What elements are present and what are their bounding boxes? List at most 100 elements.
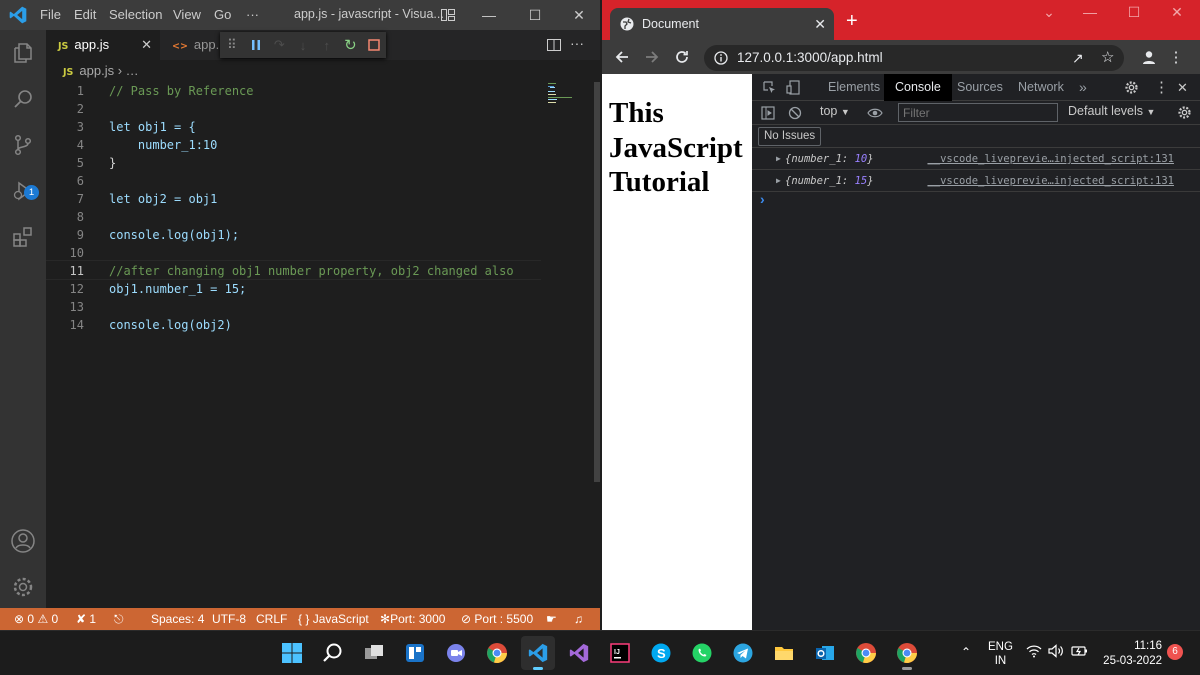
code-line-current[interactable]: 11//after changing obj1 number property,…: [46, 260, 541, 280]
expand-triangle-icon[interactable]: ▶: [776, 170, 781, 192]
log-source-link[interactable]: __vscode_liveprevie…injected_script:131: [927, 170, 1174, 192]
code-line[interactable]: 2: [46, 100, 546, 118]
menu-edit[interactable]: Edit: [74, 7, 96, 22]
log-source-link[interactable]: __vscode_liveprevie…injected_script:131: [927, 148, 1174, 170]
tab-console[interactable]: Console: [884, 74, 952, 101]
language-status[interactable]: { } JavaScript: [298, 608, 369, 630]
expand-triangle-icon[interactable]: ▶: [776, 148, 781, 170]
breadcrumb-rest[interactable]: …: [126, 63, 139, 78]
close-button[interactable]: ✕: [1157, 4, 1197, 21]
tab-network[interactable]: Network: [1018, 74, 1064, 101]
menu-more[interactable]: ···: [246, 7, 259, 22]
back-icon[interactable]: [610, 45, 634, 69]
vscode-taskbar-icon[interactable]: [521, 636, 555, 670]
telegram-icon[interactable]: [726, 636, 760, 670]
console-log-entry[interactable]: ▶ {number_1: 15} __vscode_liveprevie…inj…: [752, 170, 1200, 192]
tab-elements[interactable]: Elements: [828, 74, 880, 101]
code-line[interactable]: 14 console.log(obj2): [46, 316, 546, 334]
code-line[interactable]: 6: [46, 172, 546, 190]
tab-app-js[interactable]: JS app.js ✕: [46, 30, 160, 60]
step-into-icon[interactable]: ↓: [291, 32, 315, 58]
settings-gear-icon[interactable]: [1124, 80, 1139, 98]
step-out-icon[interactable]: ↑: [315, 32, 339, 58]
kebab-menu-icon[interactable]: ⋮: [1164, 45, 1188, 69]
reload-icon[interactable]: [670, 45, 694, 69]
devtools-menu-icon[interactable]: ⋮: [1154, 74, 1169, 101]
console-prompt-icon[interactable]: ›: [760, 191, 765, 207]
whatsapp-icon[interactable]: [685, 636, 719, 670]
chrome-taskbar-icon[interactable]: [480, 636, 514, 670]
code-line[interactable]: 8: [46, 208, 546, 226]
code-line[interactable]: 12 obj1.number_1 = 15;: [46, 280, 546, 298]
stop-icon[interactable]: [362, 32, 386, 58]
notification-badge[interactable]: 6: [1167, 644, 1183, 660]
code-line[interactable]: 13: [46, 298, 546, 316]
clock[interactable]: 11:16 25-03-2022: [1100, 639, 1162, 669]
problems-status[interactable]: ⊗ 0 ⚠ 0: [14, 608, 58, 630]
teams-chat-icon[interactable]: [439, 636, 473, 670]
code-line[interactable]: 7 let obj2 = obj1: [46, 190, 546, 208]
extensions-icon[interactable]: [0, 214, 46, 260]
outlook-icon[interactable]: [808, 636, 842, 670]
more-tabs-icon[interactable]: »: [1079, 74, 1087, 101]
share-icon[interactable]: ↗: [1072, 45, 1084, 71]
menu-view[interactable]: View: [173, 7, 201, 22]
step-over-icon[interactable]: ↷: [267, 32, 291, 58]
new-tab-button[interactable]: +: [846, 10, 858, 33]
tab-app-html[interactable]: <> app.h: [160, 30, 222, 60]
browser-tab-document[interactable]: Document ✕: [610, 8, 834, 40]
code-line[interactable]: 9 console.log(obj1);: [46, 226, 546, 244]
menu-file[interactable]: File: [40, 7, 61, 22]
log-levels-dropdown[interactable]: Default levels ▼: [1068, 104, 1155, 118]
no-issues-button[interactable]: No Issues: [758, 127, 822, 146]
bell-icon[interactable]: ♫: [574, 608, 583, 630]
console-filter-input[interactable]: [898, 103, 1058, 122]
language-indicator[interactable]: ENG IN: [988, 640, 1013, 668]
widgets-icon[interactable]: [398, 636, 432, 670]
address-bar[interactable]: 127.0.0.1:3000/app.html ↗ ☆: [704, 45, 1124, 71]
source-control-icon[interactable]: [0, 122, 46, 168]
pause-icon[interactable]: [244, 32, 268, 58]
tray-overflow-chevron-icon[interactable]: ⌃: [961, 645, 971, 659]
menu-go[interactable]: Go: [214, 7, 231, 22]
breadcrumb-file[interactable]: app.js: [79, 63, 114, 78]
task-view-icon[interactable]: [357, 636, 391, 670]
clear-console-icon[interactable]: [788, 106, 802, 123]
eol-status[interactable]: CRLF: [256, 608, 287, 630]
forward-icon[interactable]: [640, 45, 664, 69]
bookmark-star-icon[interactable]: ☆: [1101, 45, 1114, 71]
menu-selection[interactable]: Selection: [109, 7, 162, 22]
live-server-status[interactable]: ✻Port: 3000: [380, 608, 445, 630]
drag-handle-icon[interactable]: ⠿: [220, 32, 244, 58]
volume-icon[interactable]: [1048, 644, 1065, 661]
search-icon[interactable]: [0, 76, 46, 122]
skype-icon[interactable]: S: [644, 636, 678, 670]
minimize-button[interactable]: —: [470, 0, 508, 30]
code-line[interactable]: 3 let obj1 = {: [46, 118, 546, 136]
settings-gear-icon[interactable]: [0, 564, 46, 610]
maximize-button[interactable]: ☐: [516, 0, 554, 30]
code-line[interactable]: 5}: [46, 154, 546, 172]
start-button[interactable]: [275, 636, 309, 670]
inspect-element-icon[interactable]: [762, 80, 777, 98]
explorer-icon[interactable]: [0, 30, 46, 76]
battery-icon[interactable]: [1071, 644, 1089, 661]
live-preview-status[interactable]: ⊘ Port : 5500: [461, 608, 533, 630]
tab-sources[interactable]: Sources: [957, 74, 1003, 101]
tab-close-icon[interactable]: ✕: [141, 30, 152, 60]
maximize-button[interactable]: ☐: [1114, 4, 1154, 21]
layout-icon[interactable]: [440, 7, 456, 26]
close-button[interactable]: ✕: [560, 0, 598, 30]
device-toolbar-icon[interactable]: [786, 80, 801, 98]
chrome-taskbar-icon-2[interactable]: [849, 636, 883, 670]
minimize-button[interactable]: —: [1070, 4, 1110, 20]
live-expression-eye-icon[interactable]: [867, 106, 883, 123]
console-log-entry[interactable]: ▶ {number_1: 10} __vscode_liveprevie…inj…: [752, 148, 1200, 170]
indentation-status[interactable]: Spaces: 4: [151, 608, 204, 630]
chrome-taskbar-icon-3[interactable]: [890, 636, 924, 670]
run-icon[interactable]: ⎋: [114, 608, 124, 630]
taskbar-search-icon[interactable]: [316, 636, 350, 670]
sidebar-toggle-icon[interactable]: [761, 106, 775, 123]
restart-icon[interactable]: ↻: [339, 32, 363, 58]
split-editor-icon[interactable]: [546, 37, 562, 58]
